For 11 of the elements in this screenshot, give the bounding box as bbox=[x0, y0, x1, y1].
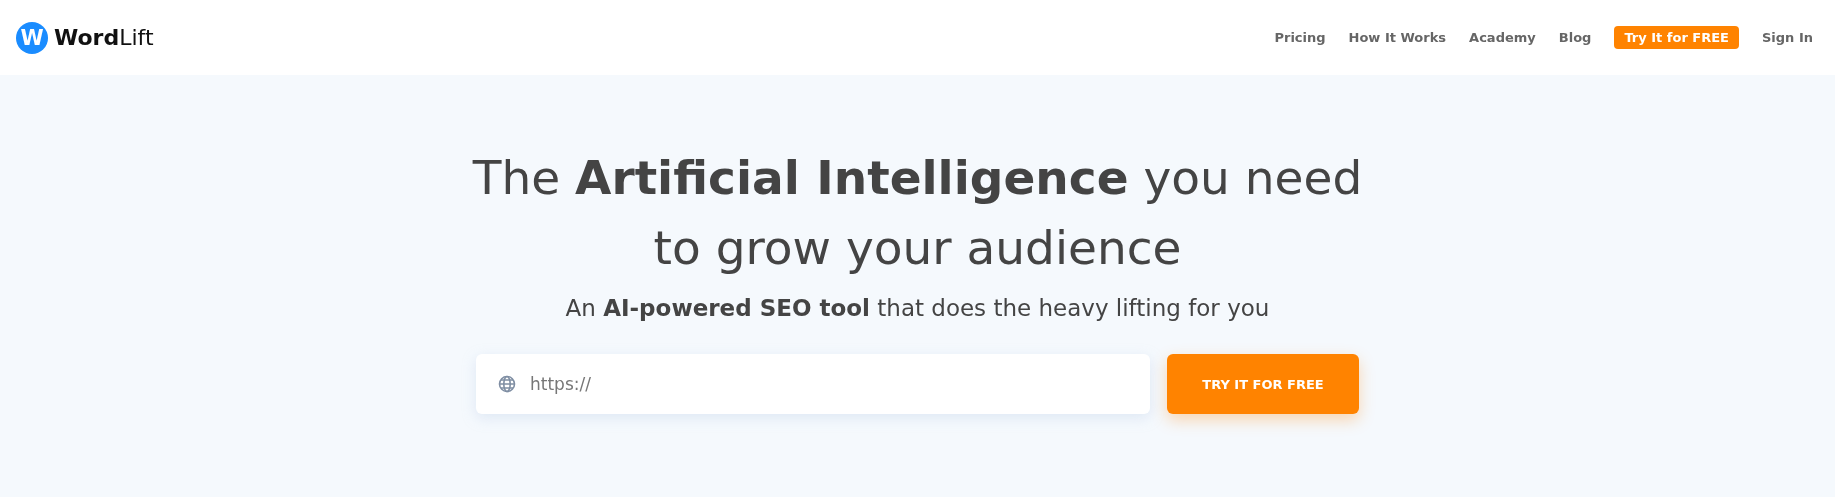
logo-text: WordLift bbox=[54, 25, 154, 50]
logo-mark: W bbox=[16, 21, 48, 54]
subtitle: An AI-powered SEO tool that does the heavy lifting for you bbox=[565, 295, 1270, 321]
nav-link[interactable]: How It Works bbox=[1348, 30, 1447, 45]
nav-link[interactable]: Blog bbox=[1558, 30, 1592, 45]
url-field[interactable]: https:// bbox=[476, 354, 1150, 414]
headline: The Artificial Intelligence you need to grow your audience bbox=[471, 149, 1364, 277]
nav-link[interactable]: Pricing bbox=[1274, 30, 1326, 45]
globe-icon bbox=[498, 375, 516, 393]
nav-link[interactable]: Academy bbox=[1469, 30, 1536, 45]
nav-link[interactable]: Sign In bbox=[1762, 30, 1813, 45]
